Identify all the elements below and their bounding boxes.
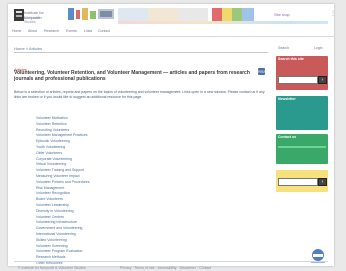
contact-title: Contact us — [278, 135, 297, 139]
header-ribbon — [118, 21, 328, 24]
search-box-panel: Search this site › — [276, 56, 328, 90]
site-logo[interactable]: Institute for Nonprofit & Volunteer Stud… — [12, 6, 50, 24]
nav-item-research[interactable]: Research — [44, 29, 59, 33]
sitemap-link[interactable]: Site map — [274, 12, 290, 17]
logo-mark-icon — [14, 9, 24, 21]
nav-item-events[interactable]: Events — [66, 29, 77, 33]
tab-login[interactable]: Login — [314, 46, 323, 50]
subscribe-panel: › — [276, 170, 328, 192]
newsletter-title: Newsletter — [278, 97, 296, 101]
article-list: Volunteer Motivation Volunteer Retention… — [36, 116, 246, 267]
more-options-icon[interactable]: ⋮ — [330, 10, 336, 17]
subscribe-button[interactable]: › — [318, 178, 327, 186]
nav-item-contact[interactable]: Contact — [98, 29, 110, 33]
intro-paragraph: Below is a selection of articles, report… — [14, 90, 265, 99]
search-button[interactable]: › — [318, 76, 327, 84]
search-input[interactable] — [278, 76, 318, 84]
search-box-title: Search this site — [278, 57, 304, 61]
section-divider — [14, 52, 268, 53]
sidebar-tabs: Search Login — [276, 44, 330, 52]
logo-subtitle: & Volunteer Studies — [24, 16, 43, 24]
main-nav: Home About Research Events Links Contact — [8, 28, 334, 37]
footer-links[interactable]: Privacy · Terms of use · Accessibility ·… — [120, 266, 211, 270]
nav-item-about[interactable]: About — [28, 29, 37, 33]
footer-divider — [14, 261, 328, 262]
subscribe-input[interactable] — [278, 178, 318, 186]
tab-search[interactable]: Search — [278, 46, 289, 50]
nav-item-links[interactable]: Links — [84, 29, 92, 33]
page-frame: Institute for Nonprofit & Volunteer Stud… — [8, 4, 336, 270]
contact-divider — [278, 146, 326, 148]
breadcrumb[interactable]: Home > Articles — [14, 46, 42, 51]
newsletter-panel: Newsletter — [276, 96, 328, 130]
nav-item-home[interactable]: Home — [12, 29, 21, 33]
contact-panel: Contact us — [276, 134, 328, 164]
page-title: Volunteering, Volunteer Retention, and V… — [14, 70, 250, 82]
site-header: Institute for Nonprofit & Volunteer Stud… — [8, 4, 336, 37]
header-banner-image-icon — [68, 8, 114, 20]
footer-copyright: © Institute for Nonprofit & Volunteer St… — [18, 266, 86, 270]
